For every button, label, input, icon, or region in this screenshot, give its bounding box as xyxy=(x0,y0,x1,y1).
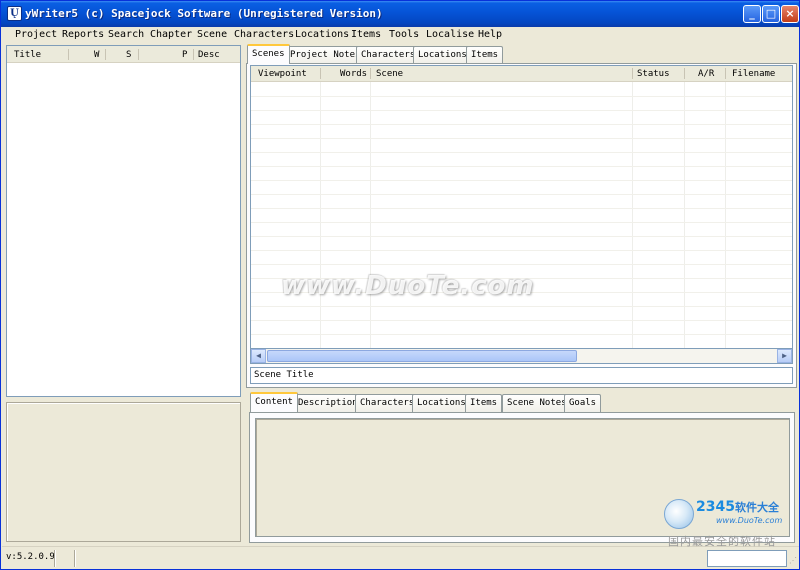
tab-goals[interactable]: Goals xyxy=(564,394,602,412)
column-viewpoint[interactable]: Viewpoint xyxy=(258,69,307,79)
maximize-button[interactable]: □ xyxy=(762,5,780,23)
menu-reports[interactable]: Reports xyxy=(62,29,104,40)
tab-scenes[interactable]: Scenes xyxy=(247,44,290,64)
tab-content[interactable]: Content xyxy=(250,392,298,412)
scroll-left-button[interactable]: ◀ xyxy=(251,349,266,363)
title-bar[interactable]: Ų yWriter5 (c) Spacejock Software (Unreg… xyxy=(1,1,799,27)
menu-localise[interactable]: Localise xyxy=(426,29,474,40)
column-title[interactable]: Title xyxy=(14,50,41,60)
tab-locations[interactable]: Locations xyxy=(413,46,472,64)
grid-row-line xyxy=(251,250,792,251)
column-divider[interactable] xyxy=(68,49,69,60)
scene-title-field[interactable]: Scene Title xyxy=(250,367,793,384)
tab-scene-locations[interactable]: Locations xyxy=(412,394,471,412)
watermark-text: www.DuoTe.com xyxy=(281,271,535,301)
menu-chapter[interactable]: Chapter xyxy=(150,29,192,40)
scroll-right-button[interactable]: ▶ xyxy=(777,349,792,363)
menu-search[interactable]: Search xyxy=(108,29,144,40)
logo-brand-suffix: 软件大全 xyxy=(734,501,779,514)
column-divider[interactable] xyxy=(725,68,726,79)
tab-scene-characters[interactable]: Characters xyxy=(355,394,420,412)
grid-row-line xyxy=(251,194,792,195)
close-button[interactable]: × xyxy=(781,5,799,23)
grid-row-line xyxy=(251,306,792,307)
tab-scene-notes[interactable]: Scene Notes xyxy=(502,394,572,412)
column-scenes[interactable]: S xyxy=(126,50,131,60)
column-divider[interactable] xyxy=(632,68,633,79)
version-label: v:5.2.0.9 xyxy=(6,552,55,562)
logo-brand: 2345软件大全 xyxy=(696,499,779,515)
grid-row-line xyxy=(251,138,792,139)
menu-characters[interactable]: Characters xyxy=(234,29,294,40)
app-window: Ų yWriter5 (c) Spacejock Software (Unreg… xyxy=(0,0,800,570)
status-divider xyxy=(74,550,75,567)
column-divider[interactable] xyxy=(138,49,139,60)
grid-row-line xyxy=(251,166,792,167)
chapter-list[interactable]: Title W S P Desc xyxy=(6,45,241,397)
minimize-button[interactable]: _ xyxy=(743,5,761,23)
scrollbar-thumb[interactable] xyxy=(267,350,577,362)
grid-row-line xyxy=(251,124,792,125)
column-divider[interactable] xyxy=(193,49,194,60)
chapter-description-panel[interactable] xyxy=(6,402,241,542)
grid-row-line xyxy=(251,180,792,181)
grid-row-line xyxy=(251,152,792,153)
grid-column-line xyxy=(725,82,726,348)
grid-column-line xyxy=(684,82,685,348)
menu-project[interactable]: Project xyxy=(15,29,57,40)
tab-characters[interactable]: Characters xyxy=(356,46,421,64)
grid-row-line xyxy=(251,236,792,237)
menu-items[interactable]: Items xyxy=(351,29,381,40)
grid-row-line xyxy=(251,110,792,111)
grid-row-line xyxy=(251,96,792,97)
menu-bar: Project Reports Search Chapter Scene Cha… xyxy=(2,27,799,43)
app-icon[interactable]: Ų xyxy=(7,6,22,21)
logo-url: www.DuoTe.com xyxy=(716,516,783,525)
column-ar[interactable]: A/R xyxy=(698,69,714,79)
column-desc[interactable]: Desc xyxy=(198,50,220,60)
logo-tagline: 国内最安全的软件站 xyxy=(668,535,776,548)
grid-row-line xyxy=(251,334,792,335)
status-divider xyxy=(54,550,55,567)
grid-row-line xyxy=(251,222,792,223)
mascot-icon xyxy=(664,499,694,529)
logo-brand-number: 2345 xyxy=(696,499,735,515)
column-words[interactable]: W xyxy=(94,50,99,60)
column-scene[interactable]: Scene xyxy=(376,69,403,79)
menu-help[interactable]: Help xyxy=(478,29,502,40)
menu-locations[interactable]: Locations xyxy=(295,29,349,40)
column-part[interactable]: P xyxy=(182,50,187,60)
grid-column-line xyxy=(370,82,371,348)
scene-grid[interactable]: Viewpoint Words Scene Status A/R Filenam… xyxy=(250,65,793,349)
resize-grip-icon[interactable]: ⋰ xyxy=(789,556,797,565)
column-status[interactable]: Status xyxy=(637,69,670,79)
window-title: yWriter5 (c) Spacejock Software (Unregis… xyxy=(25,7,383,20)
tab-project-notes[interactable]: Project Notes xyxy=(285,46,366,64)
tab-items[interactable]: Items xyxy=(466,46,504,64)
status-bar: v:5.2.0.9 ⋰ xyxy=(2,546,799,569)
column-words[interactable]: Words xyxy=(340,69,367,79)
scene-grid-header: Viewpoint Words Scene Status A/R Filenam… xyxy=(251,66,792,82)
column-divider[interactable] xyxy=(320,68,321,79)
grid-column-line xyxy=(320,82,321,348)
grid-row-line xyxy=(251,264,792,265)
grid-row-line xyxy=(251,208,792,209)
scene-grid-scrollbar[interactable]: ◀ ▶ xyxy=(250,349,793,364)
menu-scene[interactable]: Scene xyxy=(197,29,227,40)
column-divider[interactable] xyxy=(105,49,106,60)
chapter-list-header: Title W S P Desc xyxy=(7,46,240,63)
menu-tools[interactable]: Tools xyxy=(389,29,419,40)
tab-description[interactable]: Description xyxy=(293,394,363,412)
tab-scene-items[interactable]: Items xyxy=(465,394,503,412)
grid-row-line xyxy=(251,320,792,321)
status-field xyxy=(707,550,787,567)
column-divider[interactable] xyxy=(370,68,371,79)
column-divider[interactable] xyxy=(684,68,685,79)
column-filename[interactable]: Filename xyxy=(732,69,775,79)
grid-column-line xyxy=(632,82,633,348)
duote-logo: 2345软件大全 www.DuoTe.com 国内最安全的软件站 xyxy=(664,495,796,548)
